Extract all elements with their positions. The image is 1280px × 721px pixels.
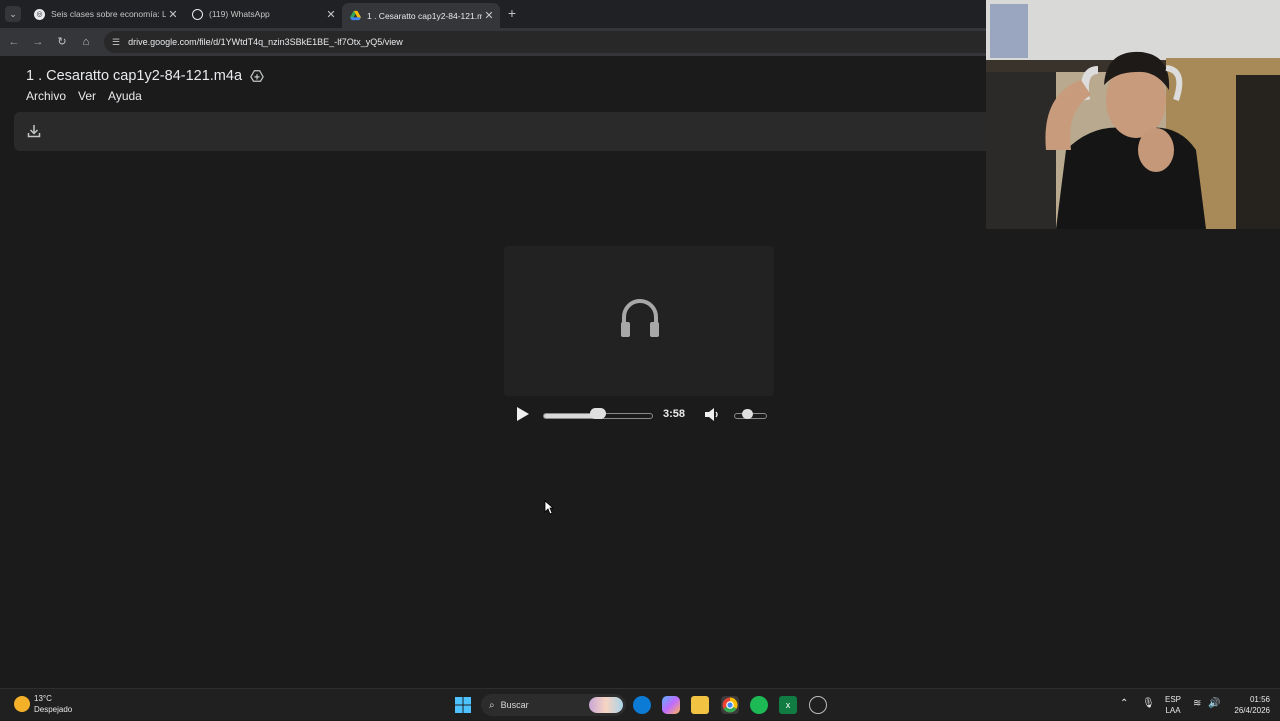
new-tab-button[interactable]: + [505, 5, 519, 21]
play-icon[interactable] [514, 406, 530, 422]
reload-icon[interactable]: ↻ [54, 34, 70, 50]
mouse-cursor-icon [544, 500, 554, 515]
close-tab-icon[interactable]: ✕ [324, 8, 338, 21]
site-info-icon[interactable]: ☰ [112, 37, 120, 48]
excel-icon[interactable]: x [779, 696, 797, 714]
search-highlight-icon [589, 697, 623, 713]
tab-title: Seis clases sobre economía: La [51, 9, 166, 19]
tab-title: (119) WhatsApp [209, 9, 270, 19]
action-bar [14, 112, 1024, 151]
windows-taskbar: 13°C Despejado ⌕ Buscar x ⌃ 🎙 ESP LAA ≋ … [0, 688, 1280, 720]
clock[interactable]: 01:56 26/4/2026 [1228, 694, 1270, 716]
close-tab-icon[interactable]: ✕ [166, 8, 180, 21]
lang-secondary: LAA [1165, 706, 1181, 715]
edge-icon[interactable] [633, 696, 651, 714]
audio-player-artwork [504, 246, 774, 396]
windows-start-icon[interactable] [454, 696, 472, 714]
audio-controls: 3:58 [504, 400, 774, 428]
tab-drive-audio[interactable]: 1 . Cesaratto cap1y2-84-121.m4a ✕ [342, 3, 500, 28]
menu-archivo[interactable]: Archivo [26, 89, 66, 103]
close-tab-icon[interactable]: ✕ [482, 9, 496, 22]
tab-search-button[interactable]: ⌄ [5, 6, 21, 22]
wifi-icon[interactable]: ≋ [1193, 698, 1201, 709]
clock-date: 26/4/2026 [1234, 706, 1270, 715]
weather-temp: 13°C [34, 694, 52, 703]
download-icon[interactable] [27, 124, 41, 138]
file-explorer-icon[interactable] [691, 696, 709, 714]
webcam-overlay [986, 0, 1280, 229]
speaker-icon[interactable]: 🔊 [1208, 698, 1220, 709]
menu-ayuda[interactable]: Ayuda [108, 89, 142, 103]
tab-whatsapp[interactable]: (119) WhatsApp ✕ [184, 3, 342, 25]
chrome-icon[interactable] [721, 696, 739, 714]
add-shortcut-to-drive-icon[interactable] [250, 69, 264, 83]
weather-widget[interactable]: 13°C Despejado [14, 693, 72, 715]
google-drive-icon [350, 10, 361, 21]
language-indicator[interactable]: ESP LAA [1165, 694, 1181, 716]
seek-bar-thumb[interactable] [590, 408, 606, 419]
tab-economia[interactable]: ◎ Seis clases sobre economía: La ✕ [26, 3, 184, 25]
spotify-icon[interactable] [750, 696, 768, 714]
search-icon: ⌕ [489, 699, 495, 711]
webcam-person-image [986, 0, 1280, 229]
weather-sun-icon [14, 696, 30, 712]
microphone-icon[interactable]: 🎙 [1142, 698, 1155, 709]
back-icon[interactable]: ← [6, 34, 22, 50]
app-icon[interactable] [809, 696, 827, 714]
copilot-icon[interactable] [662, 696, 680, 714]
lang-primary: ESP [1165, 695, 1182, 704]
url-text[interactable]: drive.google.com/file/d/1YWtdT4q_nzin3SB… [128, 37, 403, 47]
file-title-row: 1 . Cesaratto cap1y2-84-121.m4a [26, 68, 264, 84]
menu-bar: Archivo Ver Ayuda [26, 89, 142, 103]
tab-title: 1 . Cesaratto cap1y2-84-121.m4a [367, 10, 482, 21]
headphones-icon [621, 299, 659, 337]
forward-icon[interactable]: → [30, 34, 46, 50]
home-icon[interactable]: ⌂ [78, 34, 94, 50]
taskbar-search[interactable]: ⌕ Buscar [481, 694, 626, 716]
address-bar[interactable]: ☰ drive.google.com/file/d/1YWtdT4q_nzin3… [104, 31, 1004, 53]
weather-desc: Despejado [34, 705, 73, 714]
file-title: 1 . Cesaratto cap1y2-84-121.m4a [26, 68, 243, 84]
volume-icon[interactable] [704, 407, 720, 422]
show-hidden-icons-icon[interactable]: ⌃ [1120, 698, 1128, 709]
whatsapp-icon [192, 8, 203, 20]
search-placeholder: Buscar [500, 700, 529, 710]
clock-time: 01:56 [1249, 695, 1270, 704]
time-remaining: 3:58 [663, 408, 686, 420]
circle-logo-icon: ◎ [34, 8, 45, 20]
menu-ver[interactable]: Ver [78, 89, 96, 103]
